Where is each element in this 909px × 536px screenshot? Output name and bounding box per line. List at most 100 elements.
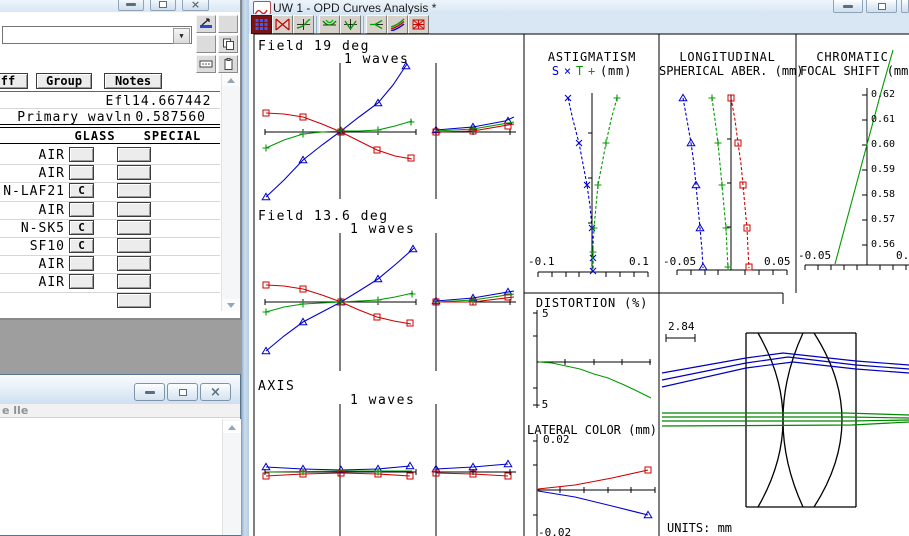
glass-options-button[interactable] xyxy=(69,165,94,181)
text-window-content[interactable] xyxy=(0,418,240,535)
astigmatism-title: ASTIGMATISM xyxy=(547,50,637,64)
divider xyxy=(0,143,220,144)
special-options-button[interactable] xyxy=(117,256,151,272)
field3-title: AXIS xyxy=(258,379,296,394)
special-options-button[interactable] xyxy=(117,201,151,217)
draw-off-button[interactable]: ff xyxy=(0,73,28,89)
paste-button[interactable] xyxy=(218,55,238,73)
row-divider xyxy=(0,182,220,184)
chromatic-ytick: 0.61 xyxy=(871,114,896,125)
glass-options-button[interactable] xyxy=(69,201,94,217)
glass-name[interactable]: AIR xyxy=(0,203,65,218)
efl-value[interactable]: 14.667442 xyxy=(132,94,210,109)
restore-button[interactable] xyxy=(866,0,897,13)
astigmatism-legend: S × T + (mm) xyxy=(525,64,659,78)
distortion-button[interactable] xyxy=(340,14,361,34)
spot-diagram-button[interactable] xyxy=(408,14,429,34)
chevron-up-icon xyxy=(228,424,236,430)
glass-column-header: GLASS xyxy=(74,129,116,143)
scroll-up-button[interactable] xyxy=(223,421,241,433)
minimize-button[interactable] xyxy=(118,0,144,11)
combobox-dropdown-button[interactable]: ▼ xyxy=(173,28,190,44)
close-button[interactable] xyxy=(901,0,909,13)
special-column-header: SPECIAL xyxy=(143,129,202,143)
special-options-button[interactable] xyxy=(117,183,151,199)
toolbar-button-blank-1[interactable] xyxy=(218,15,238,33)
astigmatism-button[interactable] xyxy=(319,14,340,34)
field-editor-button[interactable] xyxy=(196,55,216,73)
restore-button[interactable] xyxy=(167,383,198,401)
special-options-button[interactable] xyxy=(117,292,151,308)
glass-name[interactable]: AIR xyxy=(0,148,65,163)
toolbar-separator xyxy=(316,15,317,33)
minimize-button[interactable] xyxy=(833,0,863,13)
ray-fan-button[interactable] xyxy=(272,14,293,34)
lateral-color-button[interactable] xyxy=(366,14,387,34)
glass-name[interactable]: N-SK5 xyxy=(0,221,65,236)
chromatic-shift-icon xyxy=(390,18,405,31)
vertical-scrollbar[interactable] xyxy=(222,419,241,535)
glass-options-button[interactable]: C xyxy=(69,238,94,253)
surface-data-titlebar[interactable]: × xyxy=(0,0,240,12)
glass-options-button[interactable]: C xyxy=(69,183,94,199)
minimize-icon xyxy=(144,390,155,394)
close-button[interactable]: × xyxy=(200,383,231,401)
row-divider xyxy=(0,218,220,220)
lateral-ymax: 0.02 xyxy=(543,433,570,446)
wavefront-map-button[interactable] xyxy=(251,14,272,34)
special-options-button[interactable] xyxy=(117,219,151,235)
opd-fan-button[interactable] xyxy=(293,14,314,34)
close-icon: × xyxy=(190,0,201,11)
main-window-titlebar[interactable]: UW 1 - OPD Curves Analysis * xyxy=(249,0,909,16)
surface-selector-combobox[interactable]: ▼ xyxy=(2,26,192,44)
vertical-scrollbar[interactable] xyxy=(221,74,240,311)
special-options-button[interactable] xyxy=(117,274,151,290)
apply-button[interactable] xyxy=(196,15,216,33)
text-window-titlebar[interactable]: × xyxy=(0,375,240,404)
chromatic-ytick: 0.60 xyxy=(871,139,896,150)
chevron-down-icon: ▼ xyxy=(179,32,184,40)
row-divider xyxy=(0,237,220,238)
divider xyxy=(0,91,220,92)
opd-fan-icon xyxy=(296,18,311,30)
glass-options-button[interactable]: C xyxy=(69,219,94,235)
group-button[interactable]: Group xyxy=(36,73,92,89)
toolbar-text: e lle xyxy=(2,404,29,417)
chromatic-xmin: -0.05 xyxy=(798,249,832,262)
glass-name[interactable]: SF10 xyxy=(0,239,65,254)
lens-scale-value: 2.84 xyxy=(668,320,695,333)
glass-options-button[interactable] xyxy=(69,147,94,162)
chromatic-subtitle: FOCAL SHIFT (mm) xyxy=(800,64,909,78)
field2-scale-label: 1 waves xyxy=(350,222,416,237)
notes-button[interactable]: Notes xyxy=(104,73,162,89)
toolbar-separator xyxy=(363,15,364,33)
special-options-button[interactable] xyxy=(117,165,151,181)
toolbar-button-blank-2[interactable] xyxy=(196,35,216,53)
glass-name[interactable]: AIR xyxy=(0,275,65,290)
main-window-left-edge xyxy=(242,0,249,536)
restore-icon xyxy=(877,2,886,10)
glass-options-button[interactable] xyxy=(69,256,94,272)
glass-name[interactable]: AIR xyxy=(0,166,65,181)
lateral-ymin: -0.02 xyxy=(538,526,572,536)
copy-button[interactable] xyxy=(218,35,238,53)
primary-wavln-label: Primary wavln xyxy=(17,110,132,125)
chevron-down-icon xyxy=(227,302,235,308)
scroll-down-button[interactable] xyxy=(222,299,240,311)
glass-name[interactable]: N-LAF21 xyxy=(0,184,65,199)
chromatic-shift-button[interactable] xyxy=(387,14,408,34)
special-options-button[interactable] xyxy=(117,147,151,162)
minimize-button[interactable] xyxy=(134,383,165,401)
restore-button[interactable] xyxy=(150,0,176,11)
special-options-button[interactable] xyxy=(117,238,151,253)
close-icon: × xyxy=(210,384,221,400)
close-button[interactable]: × xyxy=(182,0,209,11)
glass-options-button[interactable] xyxy=(69,274,94,290)
glass-name[interactable]: AIR xyxy=(0,257,65,272)
window-title: UW 1 - OPD Curves Analysis * xyxy=(273,1,437,15)
row-divider xyxy=(0,164,220,166)
scroll-up-button[interactable] xyxy=(222,74,240,86)
primary-wavln-value[interactable]: 0.587560 xyxy=(132,110,206,125)
field1-scale-label: 1 waves xyxy=(344,52,410,67)
astigmatism-icon xyxy=(322,19,337,26)
